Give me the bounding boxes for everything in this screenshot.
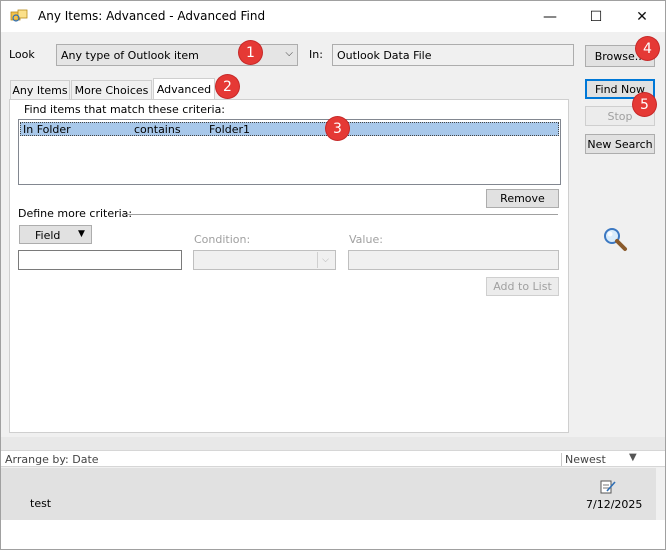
criteria-heading: Find items that match these criteria: xyxy=(24,103,226,116)
define-more-criteria-label: Define more criteria: xyxy=(18,207,133,220)
advanced-find-app-icon xyxy=(10,9,28,22)
result-row[interactable]: test 7/12/2025 xyxy=(1,468,656,520)
arrange-by-label[interactable]: Arrange by: Date xyxy=(5,453,99,466)
maximize-button[interactable]: ☐ xyxy=(573,1,619,32)
callout-badge-1: 1 xyxy=(239,41,262,64)
condition-label: Condition: xyxy=(194,233,251,246)
condition-dropdown[interactable]: ⌵ xyxy=(193,250,336,270)
criteria-condition: contains xyxy=(134,123,181,136)
look-label: Look xyxy=(9,48,35,61)
callout-badge-3: 3 xyxy=(326,117,349,140)
maximize-icon: ☐ xyxy=(589,8,603,25)
sort-dropdown-icon[interactable]: ▼ xyxy=(629,452,637,463)
sort-order-label[interactable]: Newest xyxy=(565,453,606,466)
remove-label: Remove xyxy=(500,192,545,205)
criteria-row[interactable]: In Folder contains Folder1 xyxy=(20,122,559,136)
tab-advanced[interactable]: Advanced xyxy=(153,78,215,100)
results-header: Arrange by: Date Newest ▼ xyxy=(1,450,665,467)
new-search-button[interactable]: New Search xyxy=(585,134,655,154)
remove-button[interactable]: Remove xyxy=(486,189,559,208)
close-button[interactable]: ✕ xyxy=(619,1,665,32)
define-more-divider xyxy=(123,214,558,215)
criteria-list[interactable]: In Folder contains Folder1 xyxy=(18,119,561,185)
callout-badge-2: 2 xyxy=(216,75,239,98)
close-icon: ✕ xyxy=(636,8,648,25)
field-dropdown-button[interactable]: Field ▼ xyxy=(19,225,92,244)
in-folder-field[interactable]: Outlook Data File xyxy=(332,44,574,66)
field-label: Field xyxy=(35,229,61,242)
result-subject: test xyxy=(30,497,52,510)
in-label: In: xyxy=(309,48,323,61)
callout-badge-5: 5 xyxy=(633,93,656,116)
in-folder-value: Outlook Data File xyxy=(337,49,432,62)
tab-advanced-label: Advanced xyxy=(156,83,212,96)
value-input[interactable] xyxy=(348,250,559,270)
add-to-list-button[interactable]: Add to List xyxy=(486,277,559,296)
look-type-value: Any type of Outlook item xyxy=(61,49,199,62)
chevron-down-icon: ⌵ xyxy=(317,252,333,268)
tab-any-items[interactable]: Any Items xyxy=(10,80,70,100)
result-date: 7/12/2025 xyxy=(586,498,643,511)
stop-label: Stop xyxy=(607,109,633,123)
tab-more-choices-label: More Choices xyxy=(74,84,149,97)
field-name-input[interactable] xyxy=(18,250,182,270)
draft-note-icon xyxy=(600,480,616,494)
window-title: Any Items: Advanced - Advanced Find xyxy=(38,9,266,23)
callout-badge-4: 4 xyxy=(636,37,659,60)
header-separator xyxy=(561,453,562,466)
chevron-down-icon: ⌵ xyxy=(285,48,293,59)
add-to-list-label: Add to List xyxy=(493,280,552,293)
tab-more-choices[interactable]: More Choices xyxy=(71,80,152,100)
criteria-value: Folder1 xyxy=(209,123,250,136)
advanced-find-window: Any Items: Advanced - Advanced Find — ☐ … xyxy=(0,0,666,550)
find-now-label: Find Now xyxy=(595,82,645,96)
results-empty-area xyxy=(1,520,665,549)
splitter[interactable] xyxy=(1,437,665,450)
value-label: Value: xyxy=(349,233,383,246)
search-magnifier-icon xyxy=(604,228,627,251)
title-bar: Any Items: Advanced - Advanced Find — ☐ … xyxy=(1,1,665,32)
minimize-icon: — xyxy=(543,8,557,25)
tab-any-items-label: Any Items xyxy=(12,84,68,97)
minimize-button[interactable]: — xyxy=(527,1,573,32)
criteria-field: In Folder xyxy=(23,123,71,136)
caret-down-icon: ▼ xyxy=(78,229,85,239)
new-search-label: New Search xyxy=(587,137,653,151)
